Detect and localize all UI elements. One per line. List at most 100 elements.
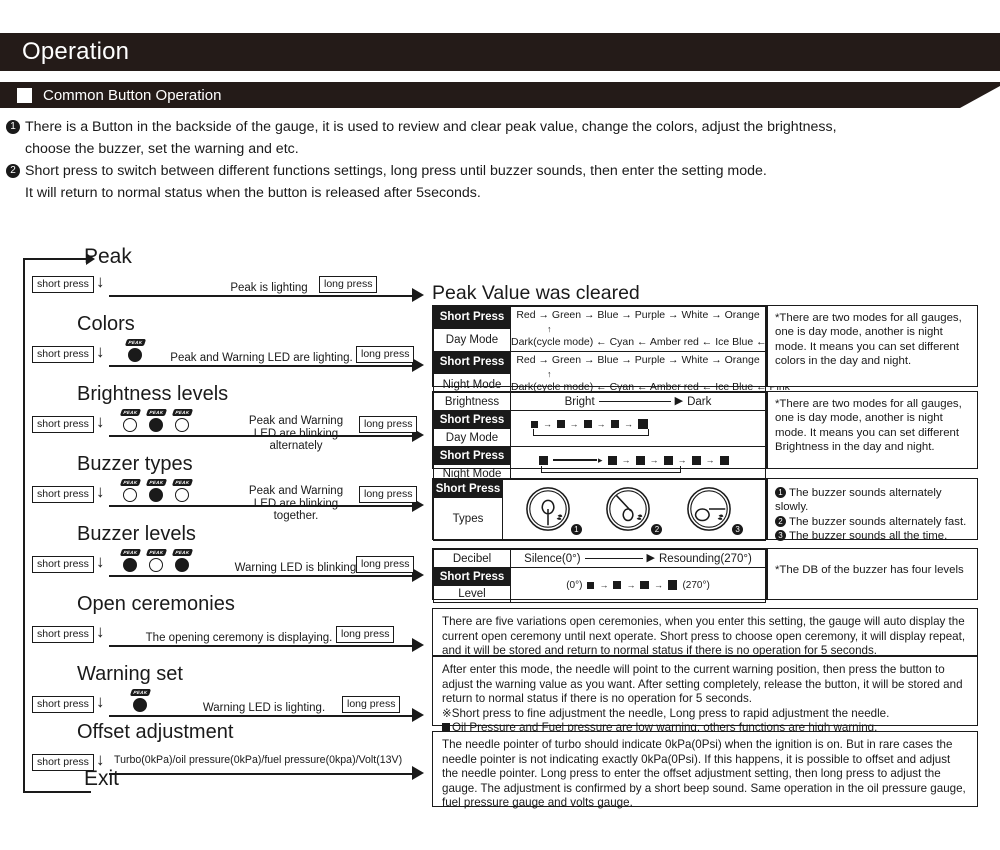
led-bulb-icon [175,488,189,502]
warning-set-p2: ※Short press to fine adjustment the need… [442,706,890,720]
warning-set-box: After enter this mode, the needle will p… [432,656,978,734]
buzzer-note-2-number: 2 [775,515,786,527]
colors-note: *There are two modes for all gauges, one… [767,305,978,387]
colors-day-sequence: Red → Green → Blue → Purple → White → Or… [510,306,790,352]
brightness-header-label: Brightness [433,392,511,411]
step-arrow-icon: → [653,580,663,590]
gauge-number-badge: 2 [651,523,663,535]
led-indicator-icon: PEAK [129,689,152,714]
step-arrow-icon: → [569,419,579,429]
gauge-dial-icon [687,486,731,531]
decibel-levels-cell: (0°) → → → (270°) [510,567,766,603]
short-press-button[interactable]: short press [32,556,94,573]
flow-stage-label: Brightness levels [77,383,229,405]
intro-item-2: 2 Short press to switch between differen… [6,160,998,204]
peak-badge-icon: PEAK [171,409,194,416]
buzzer-types-note: 1 The buzzer sounds alternately slowly. 2… [767,478,978,542]
long-press-button[interactable]: long press [336,626,395,643]
led-indicator-icon: PEAK [145,409,168,434]
decibel-min-label: (0°) [566,579,583,591]
step-arrow-icon: → [621,455,631,465]
peak-badge-icon: PEAK [145,549,168,556]
gauge-dial-icon [606,486,651,531]
step-arrow-icon: → [624,419,633,429]
peak-badge-icon: PEAK [145,479,168,486]
flow-line [109,365,414,368]
short-press-button[interactable]: short press [32,754,94,771]
brightness-step-square [539,455,548,465]
decibel-table: Decibel Silence(0°) ▶ Resounding(270°) S… [433,549,766,603]
colors-day-loop-arrow-icon: ↑ [547,324,552,334]
colors-day-seq-bottom: Dark(cycle mode) ← Cyan ← Amber red ← Ic… [511,336,790,348]
brightness-day-loop-icon [533,429,650,438]
peak-badge-icon: PEAK [124,339,147,346]
long-press-button[interactable]: long press [342,696,401,713]
step-arrow-icon: → [599,580,609,590]
offset-adjustment-box: The needle pointer of turbo should indic… [432,731,978,809]
buzzer-type-gauge-1: 1 [525,486,582,537]
brightness-step-square [635,455,645,465]
subsection-title-bar: Common Button Operation [0,82,1000,108]
decibel-level-square [640,580,649,590]
brightness-panel: Brightness Bright ▶ Dark Short Press → → →… [432,391,767,483]
brightness-day-steps: → → → → [510,410,766,447]
down-arrow-icon: ↓ [96,692,105,711]
flow-row-description: Warning LED is blinking. [234,562,360,574]
document-page: Operation Common Button Operation 1 Ther… [0,0,1000,850]
flow-stage-label: Warning set [77,663,183,685]
down-arrow-icon: ↓ [96,412,105,431]
short-press-button[interactable]: short press [32,416,94,433]
short-press-button[interactable]: short press [32,276,94,293]
long-press-button[interactable]: long press [359,416,418,433]
intro-item-2-line2: It will return to normal status when the… [25,185,481,201]
flow-row-colors: Colors short press ↓ PEAK Peak and Warning L… [14,313,434,377]
peak-badge-icon: PEAK [119,479,142,486]
long-press-button[interactable]: long press [356,556,415,573]
peak-badge-icon: PEAK [119,549,142,556]
buzzer-note-1-number: 1 [775,487,786,498]
led-bulb-icon [149,558,163,572]
brightness-scale-arrow-icon: ▶ [674,395,684,407]
flow-line [109,575,414,578]
list-number-2: 2 [6,164,20,178]
step-arrow-icon: ▸ [598,454,603,465]
brightness-day-step-row: → → → → [511,419,765,429]
flow-row-description: Peak and Warning LED are blinking alterna… [248,415,344,452]
brightness-long-connector [553,459,597,461]
peak-badge-icon: PEAK [145,409,168,416]
brightness-step-square [557,420,565,428]
offset-values-label: Turbo(0kPa)/oil pressure(0kPa)/fuel pres… [114,754,403,766]
colors-day-seq-top: Red → Green → Blue → Purple → White → Or… [516,309,760,321]
brightness-day-mode-label: Day Mode [433,428,511,447]
short-press-button[interactable]: short press [32,486,94,503]
decibel-header-label: Decibel [433,549,511,568]
peak-badge-icon: PEAK [171,549,194,556]
peak-cleared-title: Peak Value was cleared [432,282,640,304]
short-press-button[interactable]: short press [32,696,94,713]
flow-stage-label: Colors [77,313,135,335]
down-arrow-icon: ↓ [96,342,105,361]
long-press-button[interactable]: long press [356,346,415,363]
led-cluster: PEAK PEAK PEAK [119,549,194,574]
step-arrow-icon: → [543,419,552,429]
flow-stage-label: Buzzer levels [77,523,196,545]
peak-badge-icon: PEAK [129,689,152,696]
flow-row-brightness-levels: Brightness levels short press ↓ PEAK PEAK PEA… [14,383,434,452]
flow-row-buzzer-levels: Buzzer levels short press ↓ PEAK PEAK PEAK War… [14,523,434,587]
down-arrow-icon: ↓ [96,482,105,501]
operation-flow-diagram: Peak Exit short press ↓ Peak is lighting lo… [14,245,434,805]
colors-night-sequence: Red → Green → Blue → Purple → White → Or… [510,351,790,397]
long-press-button[interactable]: long press [359,486,418,503]
short-press-button[interactable]: short press [32,626,94,643]
colors-night-seq-top: Red → Green → Blue → Purple → White → Or… [516,354,760,366]
bullet-square-icon [17,87,32,103]
flow-line-arrow-icon [412,288,424,302]
buzzer-types-gauges-cell: 1 2 3 [502,479,766,541]
short-press-button[interactable]: short press [32,346,94,363]
brightness-step-square [610,419,619,429]
led-indicator-icon: PEAK [171,549,194,574]
intro-item-1-line2: choose the buzzer, set the warning and e… [25,141,299,157]
brightness-night-short-press: Short Press [433,446,511,465]
long-press-button[interactable]: long press [319,276,378,293]
down-arrow-icon: ↓ [96,750,105,769]
